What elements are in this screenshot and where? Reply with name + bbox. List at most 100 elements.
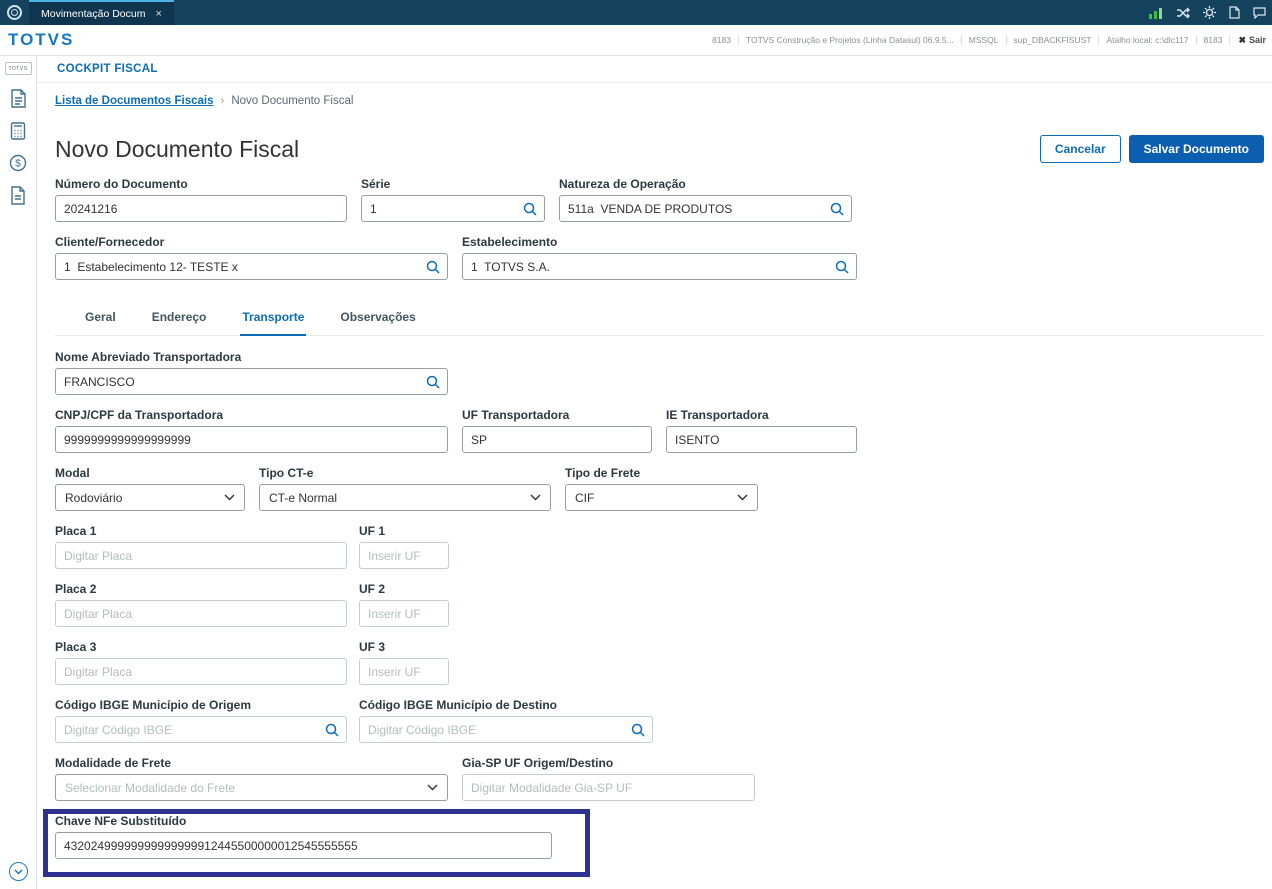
uf1-input[interactable] <box>359 542 449 569</box>
page-title: Novo Documento Fiscal <box>55 135 300 162</box>
chevron-down-icon <box>530 494 541 501</box>
numero-documento-label: Número do Documento <box>55 177 188 191</box>
sidebar-totvs-menu-icon[interactable]: TOTVS <box>4 62 32 75</box>
natureza-operacao-input[interactable] <box>559 195 852 222</box>
tipo-frete-select[interactable]: CIF <box>565 484 758 511</box>
document-icon[interactable] <box>1229 6 1240 19</box>
tipo-cte-select[interactable]: CT-e Normal <box>259 484 551 511</box>
modal-select[interactable]: Rodoviário <box>55 484 245 511</box>
chevron-down-icon <box>427 784 438 791</box>
nome-transportadora-label: Nome Abreviado Transportadora <box>55 350 242 364</box>
left-sidebar: TOTVS $ <box>0 56 37 889</box>
tab-transporte[interactable]: Transporte <box>240 304 307 336</box>
modalidade-frete-select[interactable]: Selecionar Modalidade do Frete <box>55 774 448 801</box>
module-title[interactable]: COCKPIT FISCAL <box>57 63 158 75</box>
chave-nfe-label: Chave NFe Substituído <box>55 814 187 828</box>
tab-observacoes[interactable]: Observações <box>338 304 417 335</box>
uf2-input[interactable] <box>359 600 449 627</box>
env-code: 8183 <box>705 35 739 45</box>
sidebar-billing-dollar-icon[interactable]: $ <box>9 154 27 172</box>
sidebar-calculator-icon[interactable] <box>10 122 26 140</box>
placa3-label: Placa 3 <box>55 640 97 654</box>
app-header: TOTVS 8183 TOTVS Construção e Projetos (… <box>0 25 1272 56</box>
app-logo-icon <box>7 5 22 20</box>
cliente-fornecedor-input[interactable] <box>55 253 448 280</box>
tab-label: Movimentação Docum <box>41 7 146 20</box>
uf3-input[interactable] <box>359 658 449 685</box>
module-bar: COCKPIT FISCAL <box>37 56 1272 83</box>
chave-nfe-input[interactable] <box>55 832 552 859</box>
session-meta: 8183 TOTVS Construção e Projetos (Linha … <box>705 35 1268 46</box>
ibge-origem-label: Código IBGE Município de Origem <box>55 698 252 712</box>
gia-sp-label: Gia-SP UF Origem/Destino <box>462 756 614 770</box>
ibge-destino-input[interactable] <box>359 716 653 743</box>
user-name: sup_DBACKFISUST <box>1007 35 1100 45</box>
placa3-input[interactable] <box>55 658 347 685</box>
ibge-destino-label: Código IBGE Município de Destino <box>359 698 557 712</box>
search-icon[interactable] <box>631 723 645 737</box>
tab-close-icon[interactable]: × <box>155 8 161 20</box>
chevron-down-icon <box>224 494 235 501</box>
search-icon[interactable] <box>426 260 440 274</box>
tab-geral[interactable]: Geral <box>83 304 118 335</box>
serie-input[interactable] <box>361 195 545 222</box>
breadcrumb-current: Novo Documento Fiscal <box>231 95 354 107</box>
sidebar-documents-icon[interactable] <box>10 89 27 108</box>
product-name: TOTVS Construção e Projetos (Linha Datas… <box>739 35 962 45</box>
database-name: MSSQL <box>962 35 1007 45</box>
cnpj-transportadora-label: CNPJ/CPF da Transportadora <box>55 408 224 422</box>
cancel-button[interactable]: Cancelar <box>1039 135 1121 163</box>
totvs-logo: TOTVS <box>8 30 75 49</box>
placa1-label: Placa 1 <box>55 524 97 538</box>
search-icon[interactable] <box>426 375 440 389</box>
numero-documento-input[interactable] <box>55 195 347 222</box>
serie-label: Série <box>361 177 391 191</box>
uf-transportadora-label: UF Transportadora <box>462 408 570 422</box>
modalidade-frete-label: Modalidade de Frete <box>55 756 172 770</box>
tab-endereco[interactable]: Endereço <box>150 304 209 335</box>
placa2-label: Placa 2 <box>55 582 97 596</box>
breadcrumb-link-lista[interactable]: Lista de Documentos Fiscais <box>55 95 214 107</box>
exit-x-icon: ✖ <box>1238 34 1246 45</box>
sidebar-document-alt-icon[interactable] <box>10 186 26 205</box>
search-icon[interactable] <box>523 202 537 216</box>
uf1-label: UF 1 <box>359 524 386 538</box>
local-shortcut: Atalho local: c:\dlc117 <box>1099 35 1197 45</box>
modal-label: Modal <box>55 466 90 480</box>
shuffle-icon[interactable] <box>1176 7 1190 19</box>
cnpj-transportadora-input[interactable] <box>55 426 448 453</box>
gear-icon[interactable] <box>1203 6 1216 19</box>
nome-transportadora-input[interactable] <box>55 368 448 395</box>
chevron-down-icon <box>737 494 748 501</box>
svg-text:$: $ <box>15 159 21 170</box>
exit-button[interactable]: ✖ Sair <box>1230 35 1268 46</box>
chevron-down-icon <box>13 868 23 875</box>
natureza-operacao-label: Natureza de Operação <box>559 177 686 191</box>
ie-transportadora-input[interactable] <box>666 426 857 453</box>
window-topbar: Movimentação Docum × <box>0 0 1272 25</box>
uf2-label: UF 2 <box>359 582 386 596</box>
uf-transportadora-input[interactable] <box>462 426 652 453</box>
breadcrumb: Lista de Documentos Fiscais › Novo Docum… <box>55 95 1264 107</box>
search-icon[interactable] <box>835 260 849 274</box>
ie-transportadora-label: IE Transportadora <box>666 408 769 422</box>
placa2-input[interactable] <box>55 600 347 627</box>
cliente-fornecedor-label: Cliente/Fornecedor <box>55 235 165 249</box>
connection-status-icon[interactable] <box>1149 7 1163 19</box>
form-tabs: Geral Endereço Transporte Observações <box>55 304 1264 336</box>
uf3-label: UF 3 <box>359 640 386 654</box>
placa1-input[interactable] <box>55 542 347 569</box>
chat-icon[interactable] <box>1253 6 1266 19</box>
breadcrumb-separator: › <box>220 95 225 107</box>
env-code-2: 8183 <box>1197 35 1231 45</box>
search-icon[interactable] <box>325 723 339 737</box>
estabelecimento-input[interactable] <box>462 253 857 280</box>
save-document-button[interactable]: Salvar Documento <box>1128 135 1264 163</box>
tab-movimentacao-documentos[interactable]: Movimentação Docum × <box>29 0 174 25</box>
ibge-origem-input[interactable] <box>55 716 347 743</box>
search-icon[interactable] <box>830 202 844 216</box>
gia-sp-input[interactable] <box>462 774 755 801</box>
tipo-frete-label: Tipo de Frete <box>565 466 641 480</box>
sidebar-expand-button[interactable] <box>8 862 28 881</box>
tipo-cte-label: Tipo CT-e <box>259 466 314 480</box>
